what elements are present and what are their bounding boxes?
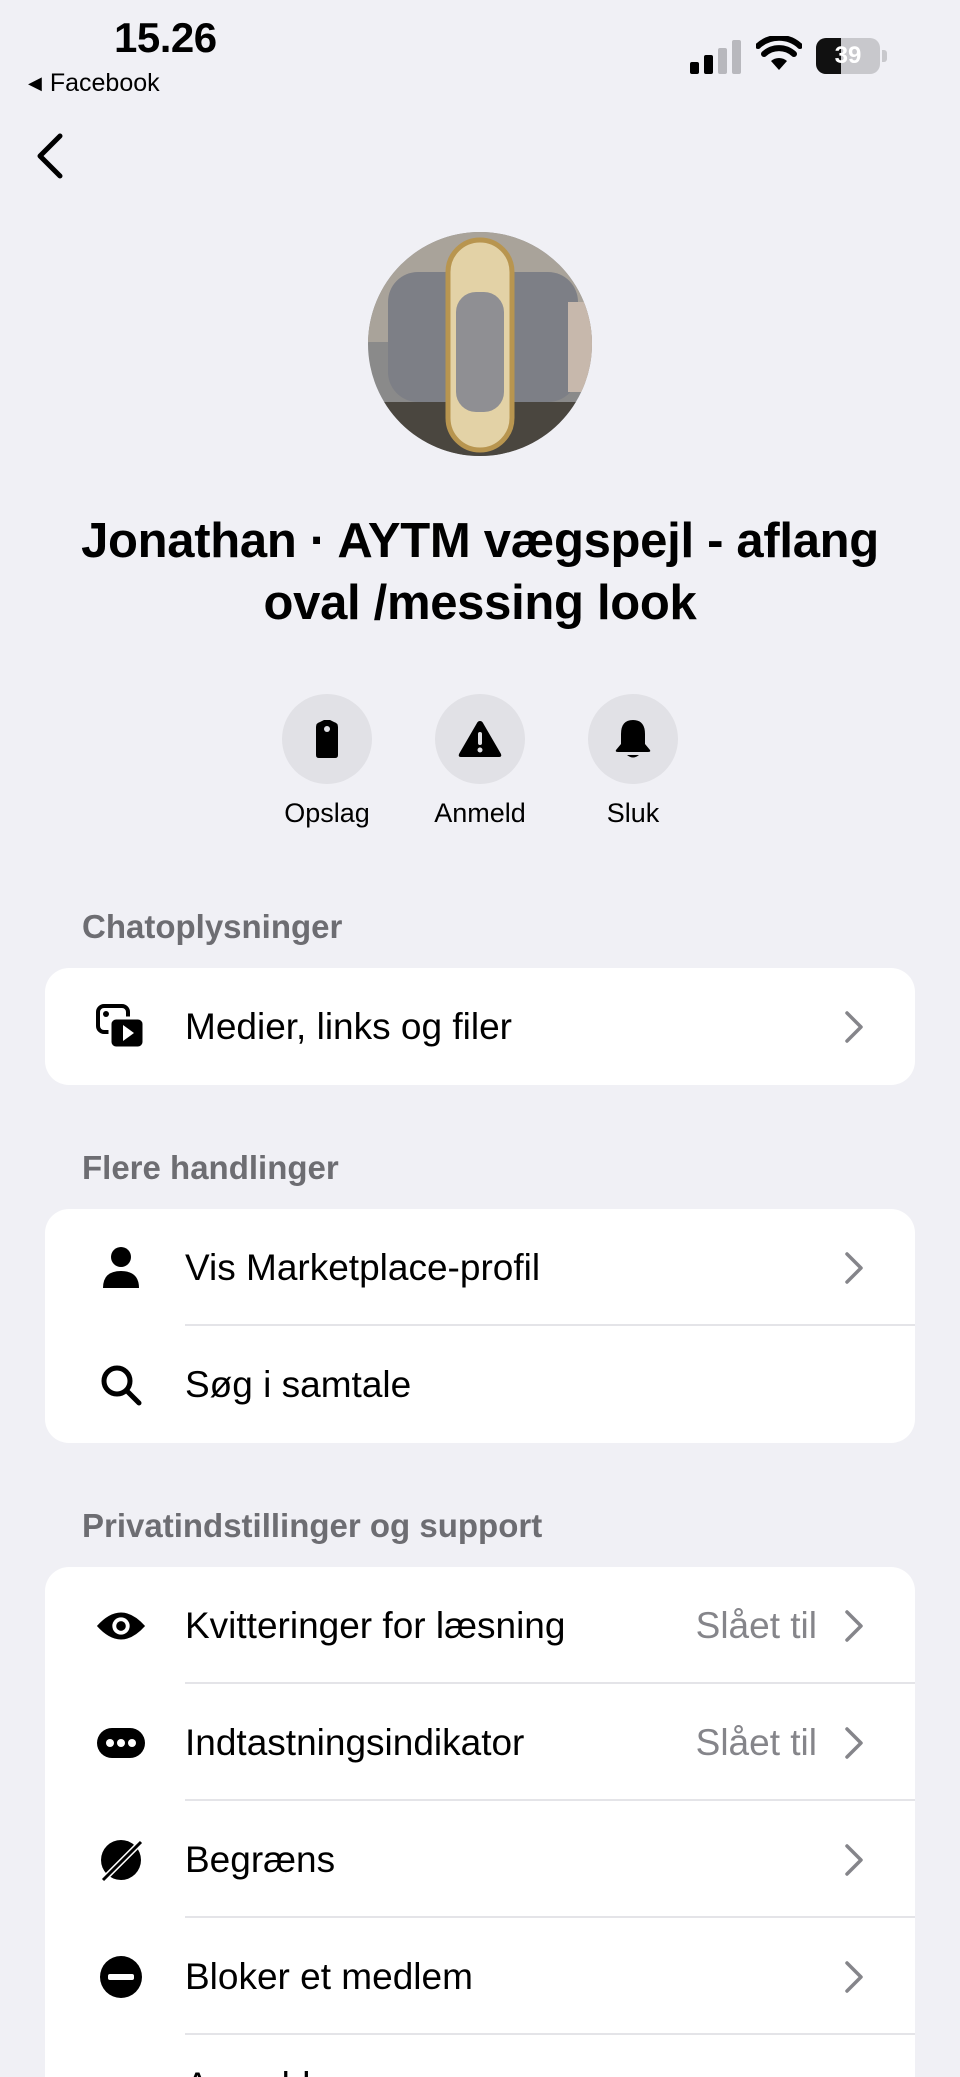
battery-percentage: 39 [834,42,862,69]
action-circle [588,694,678,784]
block-icon [95,1951,147,2003]
restrict-icon [95,1834,147,1886]
status-bar: 15.26 ◀ Facebook 39 [0,0,960,110]
marketplace-profile-row[interactable]: Vis Marketplace-profil [45,1209,915,1326]
row-value: Slået til [695,1604,817,1646]
section-title-privacy: Privatindstillinger og support [82,1507,543,1544]
row-label: Kvitteringer for læsning [185,1604,566,1646]
action-circle [282,694,372,784]
quick-action-label: Anmeld [434,798,526,828]
tag-icon [316,720,338,758]
row-label: Vis Marketplace-profil [185,1246,541,1288]
search-conversation-row[interactable]: Søg i samtale [45,1326,915,1443]
bell-icon [615,720,651,758]
warning-icon [458,721,502,757]
battery-icon: 39 [816,38,887,74]
action-circle [435,694,525,784]
typing-bubble-icon [95,1717,147,1769]
quick-actions: Opslag Anmeld Sluk [0,694,960,834]
chevron-right-icon [845,1726,863,1759]
media-icon [95,1001,147,1053]
row-label: Anmeld [185,2065,310,2077]
privacy-card: Kvitteringer for læsning Slået til Indta… [45,1567,915,2077]
back-app-label: Facebook [49,69,160,97]
chat-info-card: Medier, links og filer [45,968,915,1085]
section-title-chat-info: Chatoplysninger [82,908,343,945]
row-label: Bloker et medlem [185,1955,473,1997]
avatar [368,232,592,456]
person-icon [95,1242,147,1294]
typing-indicator-row[interactable]: Indtastningsindikator Slået til [45,1684,915,1801]
wifi-icon [756,36,802,70]
back-triangle-icon: ◀ [28,73,42,93]
page-title: Jonathan · AYTM vægspejl - aflang oval /… [81,514,879,630]
report-row[interactable]: Anmeld [45,2035,915,2077]
row-label: Medier, links og filer [185,1005,512,1047]
chevron-right-icon [845,1960,863,1993]
chevron-right-icon [845,1010,863,1043]
listing-button[interactable]: Opslag [257,694,397,829]
chevron-right-icon [845,1843,863,1876]
chevron-left-icon[interactable] [30,128,70,184]
eye-icon [95,1600,147,1652]
section-title-more-actions: Flere handlinger [82,1149,339,1186]
row-label: Indtastningsindikator [185,1721,525,1763]
more-actions-card: Vis Marketplace-profil Søg i samtale [45,1209,915,1443]
media-links-files-row[interactable]: Medier, links og filer [45,968,915,1085]
status-time: 15.26 [114,14,217,61]
restrict-row[interactable]: Begræns [45,1801,915,1918]
block-member-row[interactable]: Bloker et medlem [45,1918,915,2035]
row-label: Begræns [185,1838,336,1880]
back-to-app-link[interactable]: ◀ Facebook [28,69,160,98]
cellular-signal-icon [690,40,741,74]
row-label: Søg i samtale [185,1363,412,1405]
read-receipts-row[interactable]: Kvitteringer for læsning Slået til [45,1567,915,1684]
row-value: Slået til [695,1721,817,1763]
quick-action-label: Sluk [606,798,660,828]
search-icon [95,1359,147,1411]
report-button[interactable]: Anmeld [410,694,550,829]
quick-action-label: Opslag [284,798,370,828]
mute-button[interactable]: Sluk [563,694,703,829]
chevron-right-icon [845,1251,863,1284]
chevron-right-icon [845,1609,863,1642]
